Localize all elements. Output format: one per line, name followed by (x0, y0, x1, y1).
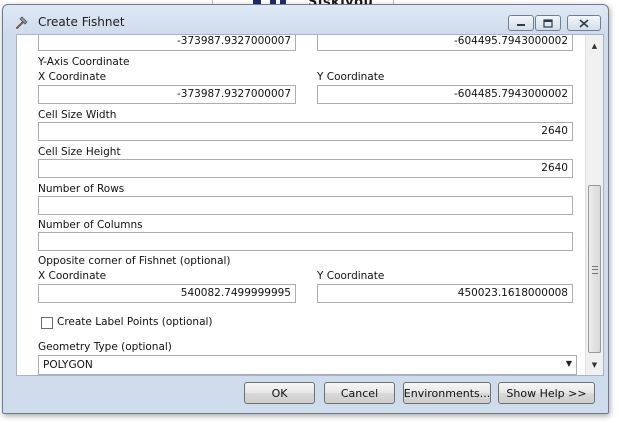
cancel-button[interactable]: Cancel (324, 382, 395, 404)
geometry-type-label: Geometry Type (optional) (38, 341, 172, 353)
y-axis-y-label: Y Coordinate (317, 71, 385, 83)
show-help-button[interactable]: Show Help >> (498, 382, 595, 404)
top-x-coordinate-field[interactable]: -373987.9327000007 (38, 35, 296, 51)
geometry-type-select[interactable]: POLYGON ▼ (38, 355, 577, 375)
cell-size-height-field[interactable]: 2640 (38, 159, 573, 178)
close-button[interactable] (567, 15, 601, 31)
maximize-icon (543, 18, 553, 28)
close-icon (579, 18, 589, 28)
opposite-corner-label: Opposite corner of Fishnet (optional) (38, 255, 231, 267)
chevron-down-icon: ▼ (565, 359, 572, 368)
minimize-icon (517, 24, 525, 26)
y-axis-x-coordinate-field[interactable]: -373987.9327000007 (38, 85, 296, 104)
cell-size-height-label: Cell Size Height (38, 146, 121, 158)
title-bar[interactable]: Create Fishnet (3, 5, 608, 35)
y-axis-coordinate-label: Y-Axis Coordinate (38, 56, 130, 68)
scroll-thumb[interactable] (588, 185, 601, 353)
y-axis-x-label: X Coordinate (38, 71, 107, 83)
scroll-up-icon[interactable]: ▲ (586, 37, 603, 54)
create-label-points-label: Create Label Points (optional) (57, 316, 213, 328)
cell-size-width-label: Cell Size Width (38, 109, 117, 121)
opposite-corner-y-field[interactable]: 450023.1618000008 (317, 284, 573, 303)
hammer-icon (16, 16, 28, 29)
form-content: -373987.9327000007 -604495.7943000002 Y-… (17, 35, 584, 375)
opposite-corner-x-field[interactable]: 540082.7499999995 (38, 284, 296, 303)
scroll-down-icon[interactable]: ▼ (586, 356, 603, 373)
opposite-corner-x-label: X Coordinate (38, 270, 107, 282)
y-axis-y-coordinate-field[interactable]: -604485.7943000002 (317, 85, 573, 104)
number-of-rows-label: Number of Rows (38, 183, 125, 195)
maximize-button[interactable] (535, 15, 561, 31)
number-of-rows-field[interactable] (38, 196, 573, 215)
number-of-columns-label: Number of Columns (38, 219, 143, 231)
create-fishnet-dialog: Create Fishnet -373987.9327000007 -60449… (2, 4, 609, 414)
geometry-type-value: POLYGON (43, 359, 93, 371)
environments-button[interactable]: Environments... (403, 382, 491, 404)
ok-button[interactable]: OK (244, 382, 315, 404)
vertical-scrollbar[interactable]: ▲ ▼ (585, 35, 603, 375)
opposite-corner-y-label: Y Coordinate (317, 270, 385, 282)
number-of-columns-field[interactable] (38, 232, 573, 251)
grip-icon (592, 266, 598, 274)
minimize-button[interactable] (508, 15, 534, 31)
window-title: Create Fishnet (38, 15, 125, 29)
top-y-coordinate-field[interactable]: -604495.7943000002 (317, 35, 573, 51)
cell-size-width-field[interactable]: 2640 (38, 122, 573, 141)
form-panel: -373987.9327000007 -604495.7943000002 Y-… (16, 34, 604, 376)
create-label-points-checkbox[interactable] (41, 317, 53, 329)
